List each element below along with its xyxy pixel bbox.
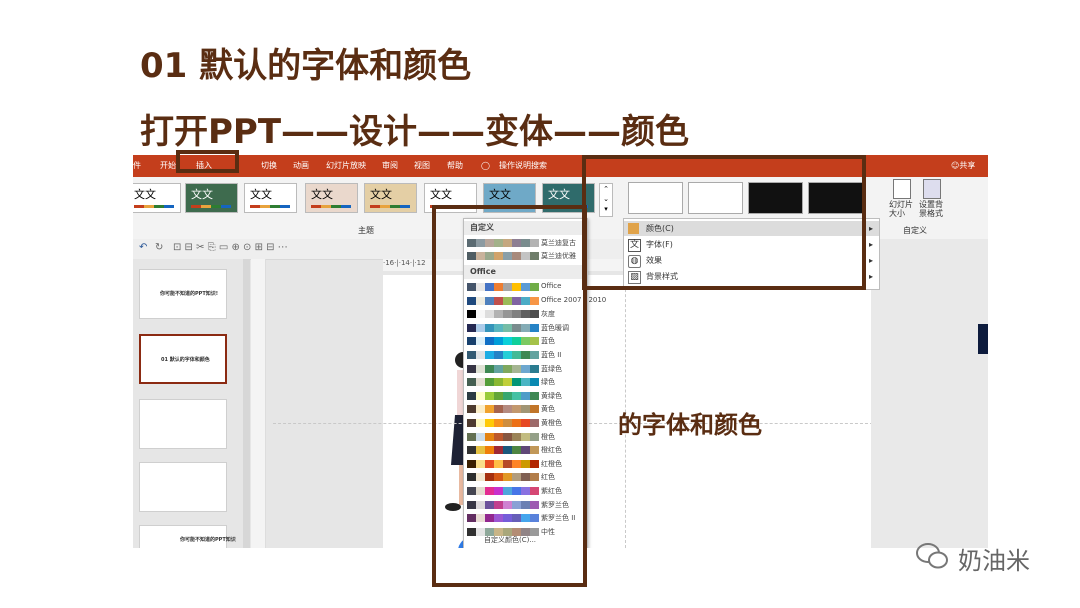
slide-thumbnail-pane: 你可能不知道的PPT知识! 01 默认的字体和颜色 你可能不知道的PPT知识 [133, 259, 243, 548]
highlight-box-variants [582, 155, 866, 290]
slide-size-label[interactable]: 幻灯片 大小 [889, 200, 915, 218]
page-heading-2: 打开PPT——设计——变体——颜色 [140, 112, 690, 152]
theme-sample-text: 文文 [489, 188, 511, 201]
theme-sample-text: 文文 [370, 188, 392, 201]
theme-thumbnail[interactable]: 文文 [305, 183, 358, 213]
tab-slideshow[interactable]: 幻灯片放映 [326, 155, 366, 177]
side-bar-fragment [978, 324, 988, 354]
lightbulb-icon: ◯ [481, 161, 490, 170]
theme-thumbnail[interactable]: 文文 [133, 183, 181, 213]
tell-me-search[interactable]: 操作说明搜索 [499, 155, 547, 177]
slide-title-fragment: 的字体和颜色 [618, 411, 762, 439]
slide-thumbnail[interactable] [139, 399, 227, 449]
tab-fragment: 件 [133, 161, 141, 170]
chevron-right-icon: ▸ [868, 240, 873, 249]
page-heading-1: 01 默认的字体和颜色 [140, 46, 472, 86]
thumbnail-scrollbar[interactable] [243, 259, 250, 548]
tab-home[interactable]: 开始 [160, 155, 176, 177]
undo-icon[interactable]: ↶ [139, 242, 147, 253]
theme-sample-text: 文文 [134, 188, 156, 201]
slide-thumbnail[interactable]: 你可能不知道的PPT知识! [139, 269, 227, 319]
tab-transitions[interactable]: 切换 [261, 155, 277, 177]
tab-view[interactable]: 视图 [414, 155, 430, 177]
theme-sample-text: 文文 [430, 188, 452, 201]
share-button[interactable]: ☺共享 [951, 155, 975, 177]
theme-thumbnail[interactable]: 文文 [364, 183, 417, 213]
share-label: 共享 [959, 161, 976, 170]
theme-sample-text: 文文 [250, 188, 272, 201]
slide-size-icon[interactable] [893, 179, 911, 199]
highlight-box-colors [432, 205, 587, 587]
customize-group-label: 自定义 [903, 226, 927, 235]
chevron-right-icon: ▸ [868, 272, 873, 281]
format-background-icon[interactable] [923, 179, 941, 199]
slide-thumbnail[interactable]: 你可能不知道的PPT知识 [139, 525, 236, 548]
themes-group-label: 主题 [358, 226, 374, 235]
highlight-box-insert [176, 150, 239, 173]
redo-icon[interactable]: ↻ [155, 242, 163, 253]
theme-sample-text: 文文 [311, 188, 333, 201]
guide-line [625, 259, 627, 548]
thumbnail-title: 你可能不知道的PPT知识 [180, 537, 236, 543]
tab-review[interactable]: 审阅 [382, 155, 398, 177]
wechat-icon [916, 543, 948, 569]
ruler-marks: ·16·|·14·|·12 [383, 259, 426, 267]
slide-thumbnail-selected[interactable]: 01 默认的字体和颜色 [139, 334, 227, 384]
vertical-ruler [251, 259, 266, 548]
theme-sample-text: 文文 [548, 188, 570, 201]
chevron-right-icon: ▸ [868, 256, 873, 265]
format-background-label[interactable]: 设置背 景格式 [919, 200, 945, 218]
slide-thumbnail[interactable] [139, 462, 227, 512]
theme-sample-text: 文文 [191, 188, 213, 201]
thumbnail-title: 你可能不知道的PPT知识! [160, 291, 219, 297]
chevron-right-icon: ▸ [868, 224, 873, 233]
toolbar-icons[interactable]: ⊡ ⊟ ✂ ⎘ ▭ ⊕ ⊙ ⊞ ⊟ ⋯ [173, 242, 288, 253]
tab-help[interactable]: 帮助 [447, 155, 463, 177]
tab-animations[interactable]: 动画 [293, 155, 309, 177]
thumbnail-title: 01 默认的字体和颜色 [161, 357, 210, 363]
theme-thumbnail[interactable]: 文文 [185, 183, 238, 213]
right-side-pane [871, 239, 988, 548]
theme-thumbnail[interactable]: 文文 [244, 183, 297, 213]
watermark-text: 奶油米 [958, 547, 1030, 575]
